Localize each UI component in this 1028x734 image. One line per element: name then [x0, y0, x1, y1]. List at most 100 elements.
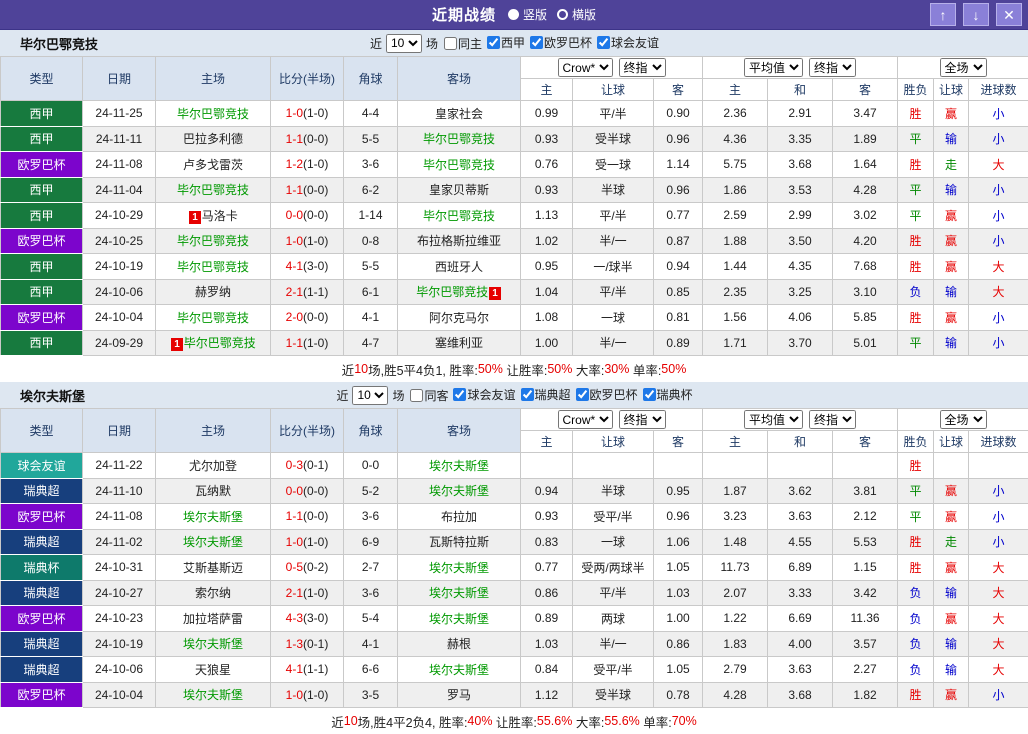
- same-venue-filter[interactable]: 同客: [405, 387, 448, 404]
- match-row: 欧罗巴杯24-10-04毕尔巴鄂竞技2-0(0-0)4-1阿尔克马尔1.08一球…: [1, 305, 1028, 331]
- radio-label-vertical[interactable]: 竖版: [523, 6, 547, 23]
- avg-home-odds: 4.28: [703, 682, 768, 708]
- full-time-score: 1-0: [286, 106, 303, 120]
- league-filter-label: 欧罗巴杯: [590, 386, 638, 403]
- handicap-line: 受一球: [573, 152, 654, 178]
- bookmaker-select[interactable]: Crow*: [558, 410, 613, 429]
- final-odds-select[interactable]: 终指: [619, 58, 666, 77]
- league-filter-球会友谊[interactable]: 球会友谊: [592, 34, 659, 51]
- match-date: 24-10-25: [83, 228, 156, 254]
- corner-score: 6-6: [344, 657, 398, 683]
- team-name: 艾斯基斯迈: [183, 561, 243, 575]
- match-date: 24-11-25: [83, 101, 156, 127]
- avg-draw-odds: 6.89: [768, 555, 833, 581]
- away-team: 塞维利亚: [398, 330, 521, 356]
- match-row: 瑞典超24-11-02埃尔夫斯堡1-0(1-0)6-9瓦斯特拉斯0.83一球1.…: [1, 529, 1028, 555]
- result-goals: 小: [969, 203, 1028, 229]
- handicap-away-odds: 1.06: [654, 529, 703, 555]
- away-team: 毕尔巴鄂竞技: [398, 203, 521, 229]
- league-badge: 西甲: [1, 126, 83, 152]
- match-row: 瑞典杯24-10-31艾斯基斯迈0-5(0-2)2-7埃尔夫斯堡0.77受两/两…: [1, 555, 1028, 581]
- handicap-line: 受半球: [573, 682, 654, 708]
- summary-text: 40%: [467, 714, 492, 728]
- corner-score: 0-8: [344, 228, 398, 254]
- close-button[interactable]: ✕: [996, 3, 1022, 26]
- handicap-away-odds: 1.05: [654, 657, 703, 683]
- final-odds-select-2[interactable]: 终指: [809, 58, 856, 77]
- final-odds-select[interactable]: 终指: [619, 410, 666, 429]
- league-checkbox[interactable]: [597, 36, 610, 49]
- corner-score: 4-1: [344, 305, 398, 331]
- away-team: 埃尔夫斯堡: [398, 580, 521, 606]
- league-checkbox[interactable]: [521, 388, 534, 401]
- result-outcome: 胜: [898, 305, 934, 331]
- home-team: 毕尔巴鄂竞技: [156, 305, 271, 331]
- radio-horizontal-layout[interactable]: [557, 9, 568, 20]
- radio-label-horizontal[interactable]: 横版: [572, 6, 596, 23]
- games-label: 场: [392, 387, 404, 404]
- avg-away-odds: 3.47: [833, 101, 898, 127]
- home-team-matches-table: 类型 日期 主场 比分(半场) 角球 客场 Crow*终指 平均值终指 全场 主…: [0, 56, 1028, 356]
- move-down-button[interactable]: ↓: [963, 3, 989, 26]
- home-team: 艾斯基斯迈: [156, 555, 271, 581]
- avg-away-odds: 5.53: [833, 529, 898, 555]
- radio-vertical-layout-selected[interactable]: [508, 9, 519, 20]
- league-filter-欧罗巴杯[interactable]: 欧罗巴杯: [525, 34, 592, 51]
- avg-home-odds: 1.56: [703, 305, 768, 331]
- same-venue-checkbox[interactable]: [444, 37, 457, 50]
- move-up-button[interactable]: ↑: [930, 3, 956, 26]
- result-outcome: 胜: [898, 152, 934, 178]
- league-filter-球会友谊[interactable]: 球会友谊: [448, 386, 515, 403]
- league-filter-瑞典超[interactable]: 瑞典超: [516, 386, 571, 403]
- score: 4-1(1-1): [271, 657, 344, 683]
- league-checkbox[interactable]: [487, 36, 500, 49]
- handicap-line: 两球: [573, 606, 654, 632]
- scope-select[interactable]: 全场: [940, 410, 987, 429]
- result-goals: 小: [969, 504, 1028, 530]
- league-checkbox[interactable]: [643, 388, 656, 401]
- avg-draw-odds: 4.35: [768, 254, 833, 280]
- avg-home-odds: 5.75: [703, 152, 768, 178]
- average-select[interactable]: 平均值: [744, 58, 803, 77]
- league-badge: 西甲: [1, 101, 83, 127]
- handicap-away-odds: 1.14: [654, 152, 703, 178]
- scope-select[interactable]: 全场: [940, 58, 987, 77]
- result-goals: 大: [969, 657, 1028, 683]
- home-team: 卢多戈雷茨: [156, 152, 271, 178]
- league-filter-瑞典杯[interactable]: 瑞典杯: [638, 386, 693, 403]
- average-select[interactable]: 平均值: [744, 410, 803, 429]
- recent-count-select[interactable]: 10: [352, 386, 388, 405]
- recent-count-select[interactable]: 10: [386, 34, 422, 53]
- same-venue-checkbox[interactable]: [410, 389, 423, 402]
- home-team: 毕尔巴鄂竞技: [156, 228, 271, 254]
- bookmaker-select[interactable]: Crow*: [558, 58, 613, 77]
- team-name: 皇家社会: [435, 107, 483, 121]
- avg-away-odds: 1.82: [833, 682, 898, 708]
- team-name: 瓦纳默: [195, 484, 231, 498]
- league-filter-西甲[interactable]: 西甲: [482, 34, 525, 51]
- league-checkbox[interactable]: [530, 36, 543, 49]
- result-handicap: 赢: [934, 203, 969, 229]
- half-time-score: (0-0): [303, 484, 328, 498]
- handicap-line: 平/半: [573, 203, 654, 229]
- avg-home-odds: 2.07: [703, 580, 768, 606]
- team-name: 毕尔巴鄂竞技: [423, 209, 495, 223]
- same-venue-filter[interactable]: 同主: [439, 35, 482, 52]
- away-team: 西班牙人: [398, 254, 521, 280]
- score: 1-1(0-0): [271, 504, 344, 530]
- score: 1-1(0-0): [271, 177, 344, 203]
- handicap-home-odds: 0.83: [521, 529, 573, 555]
- league-filter-欧罗巴杯[interactable]: 欧罗巴杯: [571, 386, 638, 403]
- handicap-away-odds: 0.95: [654, 478, 703, 504]
- result-goals: 小: [969, 126, 1028, 152]
- handicap-line: 半球: [573, 177, 654, 203]
- summary-text: 70%: [672, 714, 697, 728]
- league-checkbox[interactable]: [576, 388, 589, 401]
- team-name: 毕尔巴鄂竞技: [177, 183, 249, 197]
- handicap-away-odds: 0.77: [654, 203, 703, 229]
- summary-text: 大率:: [572, 360, 604, 379]
- final-odds-select-2[interactable]: 终指: [809, 410, 856, 429]
- match-date: 24-10-06: [83, 657, 156, 683]
- league-checkbox[interactable]: [453, 388, 466, 401]
- away-team: 埃尔夫斯堡: [398, 453, 521, 479]
